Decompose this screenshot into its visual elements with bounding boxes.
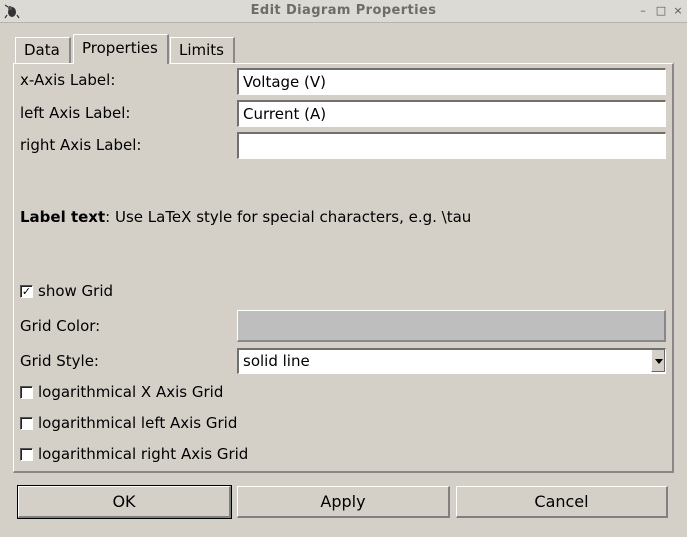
- title-bar: Edit Diagram Properties – □ ×: [0, 0, 687, 23]
- grid-style-value: solid line: [243, 352, 310, 370]
- grid-style-select[interactable]: solid line: [237, 348, 666, 374]
- show-grid-label: show Grid: [38, 282, 114, 300]
- right-axis-label-input[interactable]: [237, 132, 666, 159]
- tab-data[interactable]: Data: [15, 37, 71, 63]
- ok-button[interactable]: OK: [17, 485, 232, 519]
- x-axis-label-input[interactable]: Voltage (V): [237, 68, 666, 95]
- close-icon[interactable]: ×: [671, 3, 685, 19]
- tab-limits[interactable]: Limits: [170, 37, 235, 63]
- label-hint-bold: Label text: [20, 208, 106, 226]
- grid-color-button[interactable]: [237, 310, 666, 342]
- log-left-checkbox[interactable]: [20, 417, 33, 430]
- left-axis-label-caption: left Axis Label:: [20, 104, 131, 122]
- left-axis-label-input[interactable]: Current (A): [237, 100, 666, 127]
- maximize-icon[interactable]: □: [654, 3, 668, 19]
- grid-color-caption: Grid Color:: [20, 317, 101, 335]
- tab-properties[interactable]: Properties: [73, 34, 169, 64]
- log-x-checkbox[interactable]: [20, 386, 33, 399]
- log-right-checkbox[interactable]: [20, 448, 33, 461]
- log-right-label: logarithmical right Axis Grid: [38, 445, 249, 463]
- right-axis-label-caption: right Axis Label:: [20, 136, 142, 154]
- x-axis-label-caption: x-Axis Label:: [20, 71, 116, 89]
- window-title: Edit Diagram Properties: [250, 3, 437, 18]
- log-x-label: logarithmical X Axis Grid: [38, 383, 224, 401]
- minimize-icon[interactable]: –: [636, 3, 650, 19]
- label-hint-text: : Use LaTeX style for special characters…: [105, 208, 472, 226]
- cancel-button[interactable]: Cancel: [456, 486, 668, 518]
- chevron-down-icon[interactable]: [651, 350, 665, 372]
- apply-button[interactable]: Apply: [237, 486, 450, 518]
- grid-style-caption: Grid Style:: [20, 352, 99, 370]
- label-hint: Label text: Use LaTeX style for special …: [20, 208, 471, 226]
- show-grid-checkbox[interactable]: ✓: [20, 285, 33, 298]
- log-left-label: logarithmical left Axis Grid: [38, 414, 238, 432]
